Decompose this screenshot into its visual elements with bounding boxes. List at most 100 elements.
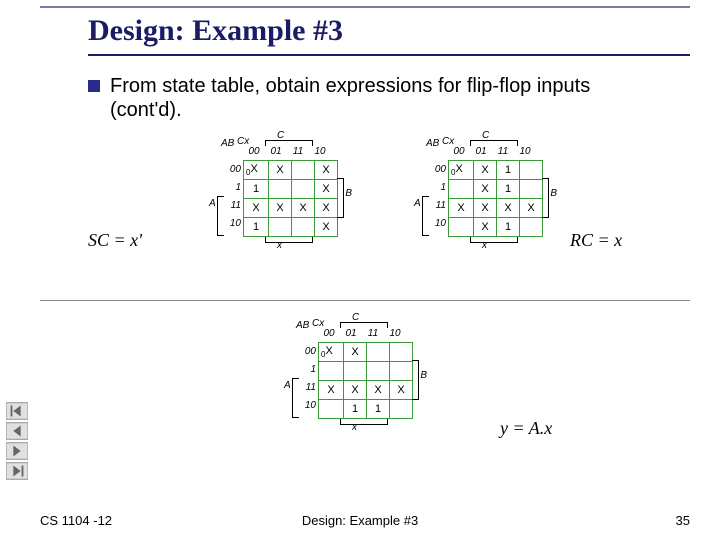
kmap-cell — [269, 180, 292, 199]
kmap-col-label: 11 — [287, 146, 309, 157]
kmap-cell: X — [269, 199, 292, 218]
kmap-cell: X — [474, 161, 497, 180]
kmap-cell — [390, 400, 413, 419]
kmap-x-label: x — [277, 240, 282, 251]
kmap-row-label: 1 — [227, 179, 241, 197]
kmap-cell: X — [319, 381, 344, 400]
kmap-cell: X — [292, 199, 315, 218]
kmap-row-label: 00 — [302, 343, 316, 361]
kmap-cell: X — [315, 199, 338, 218]
lead-text: From state table, obtain expressions for… — [110, 74, 650, 122]
kmap-cell: 0X — [319, 343, 344, 362]
kmap-cell: 1 — [244, 218, 269, 237]
kmap-cell: 1 — [497, 161, 520, 180]
bullet-icon — [88, 80, 100, 92]
kmap-row-label: 00 — [432, 161, 446, 179]
kmap-cell — [449, 180, 474, 199]
kmap-row-labels: 0011110 — [432, 161, 446, 233]
kmap-cell — [520, 161, 543, 180]
footer-center: Design: Example #3 — [0, 513, 720, 528]
kmap-cell — [344, 362, 367, 381]
kmap-col-label: 10 — [514, 146, 536, 157]
kmap-cell: X — [474, 180, 497, 199]
kmap-cell — [269, 218, 292, 237]
header-rule — [40, 6, 690, 8]
title-underline — [88, 54, 690, 56]
kmap-y: AB Cx C 00011110 0011110 0XXXXXX11 A B x — [290, 330, 413, 419]
kmap-corner-label: AB — [296, 320, 309, 331]
kmap-a-label: A — [209, 198, 216, 209]
kmap-row-labels: 0011110 — [227, 161, 241, 233]
kmap-corner-label: AB — [221, 138, 234, 149]
nav-first-icon[interactable] — [6, 402, 28, 420]
kmap-b-label: B — [420, 370, 427, 381]
kmap-cell: 1 — [344, 400, 367, 419]
kmap-col-labels: 00011110 — [318, 328, 406, 339]
kmap-rc: AB Cx C 00011110 0011110 0XX1X1XXXXX1 A … — [420, 148, 543, 237]
kmap-x-label: x — [352, 422, 357, 433]
kmap-row-label: 10 — [302, 397, 316, 415]
nav-next-icon[interactable] — [6, 442, 28, 460]
kmap-a-label: A — [414, 198, 421, 209]
kmap-cell: X — [344, 343, 367, 362]
nav-icon-stack — [6, 402, 28, 480]
kmap-cell: 1 — [244, 180, 269, 199]
kmap-row-label: 11 — [302, 379, 316, 397]
equation-sc: SC = x' — [88, 230, 142, 251]
kmap-x-label: x — [482, 240, 487, 251]
equation-rc: RC = x — [570, 230, 622, 251]
kmap-cell: 0X — [449, 161, 474, 180]
kmap-sc: AB Cx C 00011110 0011110 0XXX1XXXXX1X A … — [215, 148, 338, 237]
kmap-cell: X — [367, 381, 390, 400]
kmap-cell — [367, 343, 390, 362]
page-title: Design: Example #3 — [88, 14, 343, 48]
kmap-cell: X — [244, 199, 269, 218]
kmap-col-label: 00 — [448, 146, 470, 157]
kmap-col-label: 11 — [492, 146, 514, 157]
kmap-cell — [520, 180, 543, 199]
kmap-cell: X — [497, 199, 520, 218]
kmap-cell: X — [390, 381, 413, 400]
kmap-cell: X — [474, 199, 497, 218]
kmap-cell — [390, 362, 413, 381]
footer-page-number: 35 — [676, 513, 690, 528]
kmap-cell — [319, 400, 344, 419]
kmap-cell: X — [315, 218, 338, 237]
kmap-cell — [520, 218, 543, 237]
kmap-row-label: 00 — [227, 161, 241, 179]
kmap-col-label: 10 — [384, 328, 406, 339]
kmap-b-label: B — [550, 188, 557, 199]
kmap-b-label: B — [345, 188, 352, 199]
kmap-col-labels: 00011110 — [448, 146, 536, 157]
kmap-row-labels: 0011110 — [302, 343, 316, 415]
kmap-cell: X — [344, 381, 367, 400]
kmap-row-label: 10 — [432, 215, 446, 233]
kmap-col-label: 00 — [243, 146, 265, 157]
kmap-cell: X — [449, 199, 474, 218]
nav-prev-icon[interactable] — [6, 422, 28, 440]
kmap-cell: 0X — [244, 161, 269, 180]
kmap-cell — [367, 362, 390, 381]
kmap-cell: X — [315, 180, 338, 199]
kmap-grid: 0XXXXXX11 — [318, 342, 413, 419]
kmap-row-label: 1 — [432, 179, 446, 197]
kmap-col-label: 01 — [470, 146, 492, 157]
kmap-cell: X — [474, 218, 497, 237]
kmap-cell: X — [315, 161, 338, 180]
nav-last-icon[interactable] — [6, 462, 28, 480]
kmap-grid: 0XX1X1XXXXX1 — [448, 160, 543, 237]
kmap-col-labels: 00011110 — [243, 146, 331, 157]
kmap-cell — [449, 218, 474, 237]
kmap-cell — [292, 180, 315, 199]
kmap-row-label: 11 — [227, 197, 241, 215]
kmap-cell — [292, 218, 315, 237]
kmap-cell: 1 — [497, 180, 520, 199]
equation-y: y = A.x — [500, 418, 552, 439]
kmap-cell — [390, 343, 413, 362]
kmap-grid: 0XXX1XXXXX1X — [243, 160, 338, 237]
kmap-col-label: 00 — [318, 328, 340, 339]
kmap-cell: 1 — [367, 400, 390, 419]
kmap-col-label: 01 — [340, 328, 362, 339]
kmap-cell — [292, 161, 315, 180]
kmap-row-label: 1 — [302, 361, 316, 379]
